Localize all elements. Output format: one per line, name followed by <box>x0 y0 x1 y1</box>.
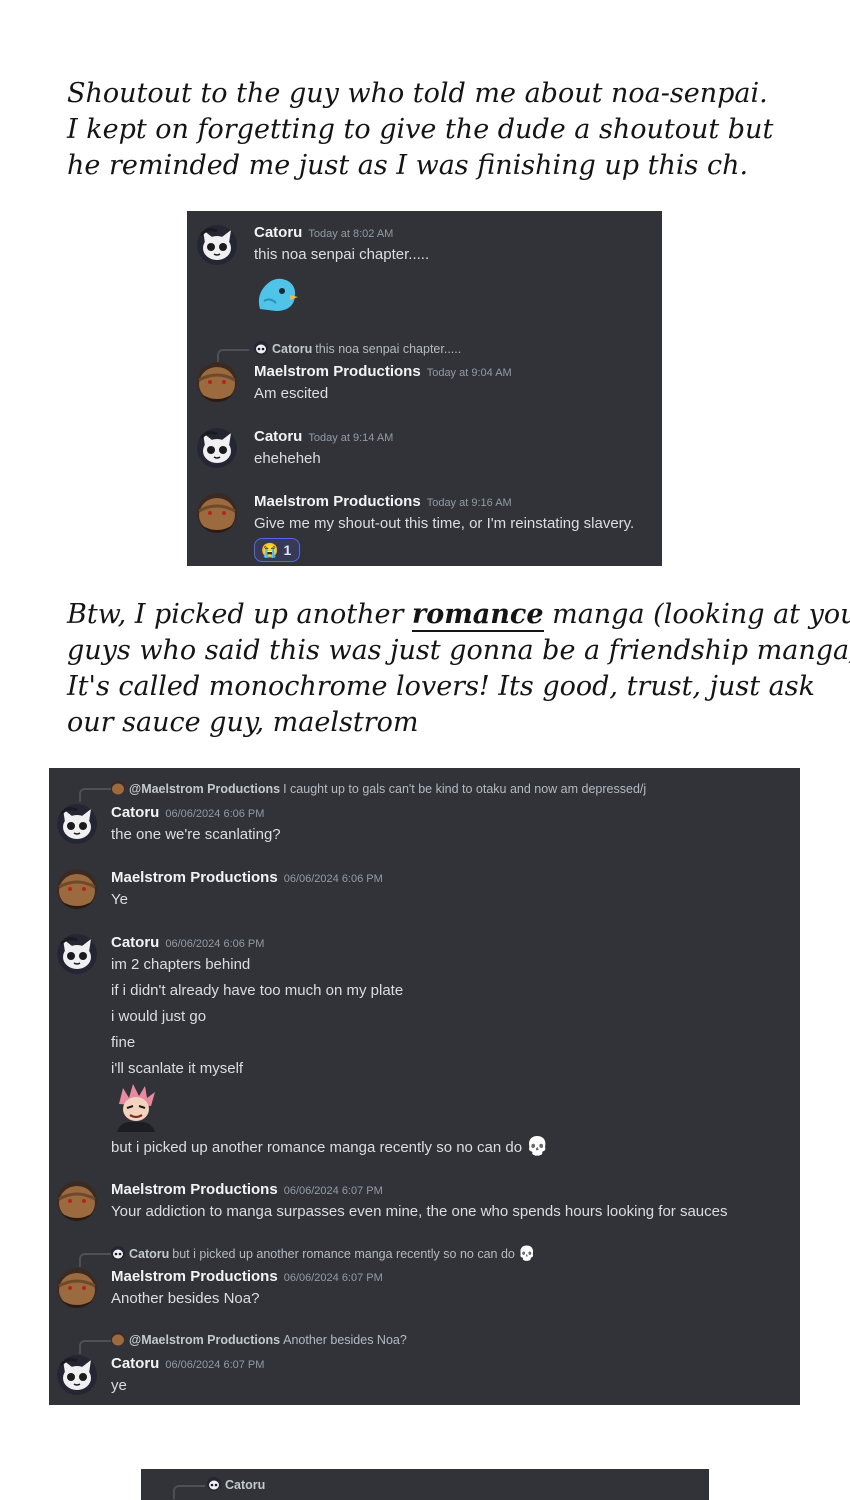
reply-preview[interactable]: Catoru but i picked up another romance ma… <box>111 1245 536 1262</box>
reply-text: this noa senpai chapter..... <box>315 342 462 356</box>
message-text: if i didn't already have too much on my … <box>111 982 404 999</box>
message-text: i would just go <box>111 1008 207 1025</box>
skull-icon: 💀 <box>518 1245 536 1261</box>
message-text: i'll scanlate it myself <box>111 1060 244 1077</box>
message-timestamp: Today at 9:16 AM <box>426 497 512 509</box>
message-author[interactable]: Catoru <box>111 934 159 951</box>
reply-author: Catoru <box>272 342 313 356</box>
discord-chat-screenshot-3: Catoru <box>141 1469 709 1500</box>
reply-text: but i picked up another romance manga re… <box>172 1247 515 1261</box>
message-timestamp: 06/06/2024 6:06 PM <box>165 808 265 820</box>
catoru-mini-avatar <box>254 341 268 355</box>
message-author[interactable]: Catoru <box>254 224 302 241</box>
reaction-count: 1 <box>283 542 292 558</box>
reply-author: Catoru <box>129 1247 170 1261</box>
catoru-mini-avatar <box>207 1477 221 1491</box>
reply-preview[interactable]: @Maelstrom Productions Another besides No… <box>111 1332 407 1347</box>
maelstrom-avatar[interactable] <box>197 493 237 533</box>
message-author[interactable]: Maelstrom Productions <box>111 1181 278 1198</box>
message-author[interactable]: Catoru <box>111 1355 159 1372</box>
maelstrom-mini-avatar <box>111 781 125 795</box>
message-author[interactable]: Catoru <box>111 804 159 821</box>
reply-text: Another besides Noa? <box>283 1333 407 1347</box>
message-text: but i picked up another romance manga re… <box>111 1136 549 1157</box>
message-text: eheheheh <box>254 450 321 467</box>
message-timestamp: Today at 8:02 AM <box>308 228 394 240</box>
message-text: ye <box>111 1377 127 1394</box>
message-text: Am escited <box>254 385 329 402</box>
note-text: Btw, I picked up another <box>67 599 412 630</box>
discord-chat-screenshot-2: @Maelstrom Productions I caught up to gal… <box>49 768 800 1405</box>
note-line: It's called monochrome lovers! Its good,… <box>67 671 815 702</box>
maelstrom-avatar[interactable] <box>57 1268 97 1308</box>
author-note-romance: Btw, I picked up another romance manga (… <box>67 597 850 741</box>
message-text: Another besides Noa? <box>111 1290 260 1307</box>
catoru-mini-avatar <box>111 1246 125 1260</box>
message-author[interactable]: Maelstrom Productions <box>111 869 278 886</box>
message-text: Give me my shout-out this time, or I'm r… <box>254 515 635 532</box>
message-text: this noa senpai chapter..... <box>254 246 430 263</box>
message-author[interactable]: Maelstrom Productions <box>111 1268 278 1285</box>
reply-preview[interactable]: Catoru <box>207 1477 265 1492</box>
skull-icon: 💀 <box>526 1136 549 1156</box>
note-line: I kept on forgetting to give the dude a … <box>67 114 774 145</box>
message-author[interactable]: Maelstrom Productions <box>254 493 421 510</box>
reply-preview[interactable]: @Maelstrom Productions I caught up to gal… <box>111 781 646 796</box>
message-timestamp: 06/06/2024 6:07 PM <box>283 1185 383 1197</box>
note-line: guys who said this was just gonna be a f… <box>67 635 850 666</box>
reply-author: @Maelstrom Productions <box>129 1333 281 1347</box>
discord-chat-screenshot-1: Catoru Today at 8:02 AM this noa senpai c… <box>187 211 662 566</box>
message-timestamp: Today at 9:04 AM <box>426 367 512 379</box>
catoru-avatar[interactable] <box>57 1355 97 1395</box>
message-text: Your addiction to manga surpasses even m… <box>111 1203 728 1220</box>
message-timestamp: 06/06/2024 6:06 PM <box>283 873 383 885</box>
message-text: fine <box>111 1034 136 1051</box>
message-text: im 2 chapters behind <box>111 956 251 973</box>
catoru-avatar[interactable] <box>57 804 97 844</box>
note-text: manga (looking at you <box>543 599 850 630</box>
note-line: he reminded me just as I was finishing u… <box>67 150 749 181</box>
catoru-avatar[interactable] <box>197 428 237 468</box>
note-line: our sauce guy, maelstrom <box>67 707 419 738</box>
message-timestamp: 06/06/2024 6:07 PM <box>165 1359 265 1371</box>
catoru-avatar[interactable] <box>197 225 237 265</box>
pink-haired-character-sticker-icon <box>111 1082 161 1132</box>
message-author[interactable]: Catoru <box>254 428 302 445</box>
blue-bird-sticker-icon <box>254 271 300 317</box>
message-text-span: but i picked up another romance manga re… <box>111 1139 523 1156</box>
message-timestamp: Today at 9:14 AM <box>308 432 394 444</box>
message-author[interactable]: Maelstrom Productions <box>254 363 421 380</box>
maelstrom-avatar[interactable] <box>57 1181 97 1221</box>
crying-emoji-icon: 😭 <box>261 541 279 558</box>
message-text: the one we're scanlating? <box>111 826 281 843</box>
message-text: Ye <box>111 891 128 908</box>
reply-text: I caught up to gals can't be kind to ota… <box>283 782 647 796</box>
romance-emphasis: romance <box>411 599 544 632</box>
maelstrom-avatar[interactable] <box>197 362 237 402</box>
reply-preview[interactable]: Catoru this noa senpai chapter..... <box>254 341 461 356</box>
reply-author: Catoru <box>225 1478 266 1492</box>
maelstrom-avatar[interactable] <box>57 869 97 909</box>
catoru-avatar[interactable] <box>57 934 97 974</box>
note-line: Shoutout to the guy who told me about no… <box>67 78 768 109</box>
message-timestamp: 06/06/2024 6:06 PM <box>165 938 265 950</box>
reply-author: @Maelstrom Productions <box>129 782 281 796</box>
reaction-button[interactable]: 😭 1 <box>254 538 301 562</box>
maelstrom-mini-avatar <box>111 1332 125 1346</box>
note-line: Btw, I picked up another romance manga (… <box>67 597 850 633</box>
message-timestamp: 06/06/2024 6:07 PM <box>283 1272 383 1284</box>
author-note-shoutout: Shoutout to the guy who told me about no… <box>67 76 773 184</box>
